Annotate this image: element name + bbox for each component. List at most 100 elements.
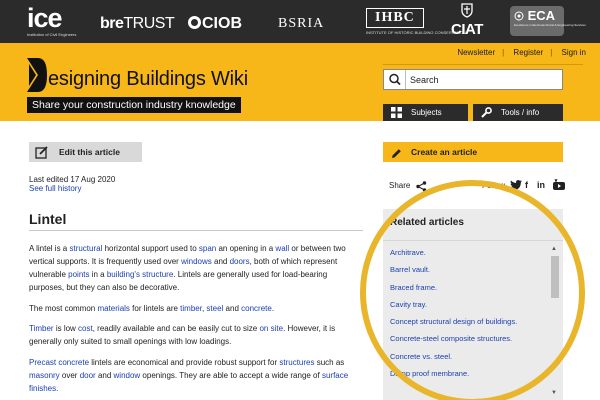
related-article-link[interactable]: Damp proof membrane.: [390, 369, 469, 378]
paragraph-text: for lintels are: [129, 304, 181, 313]
twitter-icon[interactable]: [510, 180, 522, 192]
search-input[interactable]: [410, 72, 560, 87]
article-link[interactable]: windows: [181, 257, 212, 266]
article-link[interactable]: Timber: [29, 324, 54, 333]
related-article-link[interactable]: Concrete vs. steel.: [390, 352, 452, 361]
scroll-down-icon[interactable]: ▼: [551, 390, 557, 396]
article-link[interactable]: points: [68, 270, 89, 279]
newsletter-link[interactable]: Newsletter: [457, 48, 495, 57]
list-item: Concrete vs. steel.: [390, 348, 517, 365]
bre-trust-logo[interactable]: breTRUST: [100, 15, 175, 33]
eca-logo[interactable]: ECA Excellence in Electrotechnical & Eng…: [510, 6, 586, 36]
paragraph-text: The most common: [29, 304, 98, 313]
full-history-link[interactable]: See full history: [29, 184, 81, 193]
article-link[interactable]: wall: [275, 244, 289, 253]
wrench-icon: [481, 107, 492, 124]
register-link[interactable]: Register: [513, 48, 543, 57]
header-divider: [383, 64, 583, 65]
eca-logo-text: ECA: [514, 9, 560, 23]
ice-logo-text: ice: [27, 3, 63, 33]
article-link[interactable]: door: [80, 371, 96, 380]
article-link[interactable]: structures: [279, 358, 314, 367]
paragraph-text: , readily available and can be easily cu…: [92, 324, 260, 333]
tools-info-button[interactable]: Tools / info: [473, 104, 563, 121]
article-paragraph: The most common materials for lintels ar…: [29, 302, 363, 315]
search-icon[interactable]: [384, 70, 406, 89]
article-link[interactable]: structural: [69, 244, 102, 253]
related-articles-panel: Related articles Architrave. Barrel vaul…: [383, 209, 563, 400]
scroll-up-icon[interactable]: ▲: [551, 246, 557, 252]
related-article-link[interactable]: Barrel vault.: [390, 265, 430, 274]
paragraph-text: .: [271, 304, 275, 313]
related-divider: [383, 240, 563, 241]
edit-article-button[interactable]: Edit this article: [29, 142, 142, 162]
article-paragraph: A lintel is a structural horizontal supp…: [29, 242, 363, 294]
youtube-icon[interactable]: [553, 178, 565, 192]
list-item: Concept structural design of buildings.: [390, 313, 517, 330]
article-link[interactable]: steel: [206, 304, 223, 313]
paragraph-text: .: [56, 384, 59, 393]
ihbc-logo-text: IHBC: [366, 8, 424, 28]
account-links: Newsletter | Register | Sign in: [457, 48, 586, 57]
ice-logo[interactable]: ice Institution of Civil Engineers: [27, 4, 76, 37]
site-title[interactable]: esigning Buildings Wiki: [48, 67, 248, 91]
subjects-label: Subjects: [411, 108, 442, 117]
bsria-logo[interactable]: BSRIA: [278, 16, 324, 32]
ciat-logo[interactable]: CIAT: [447, 3, 487, 39]
link-separator: |: [502, 48, 505, 57]
site-tagline: Share your construction industry knowled…: [27, 97, 241, 113]
article-link[interactable]: timber: [180, 304, 202, 313]
edit-icon: [35, 145, 49, 164]
article-link[interactable]: doors: [230, 257, 250, 266]
paragraph-text: is low: [53, 324, 79, 333]
list-item: Concrete-steel composite structures.: [390, 330, 517, 347]
related-article-link[interactable]: Concrete-steel composite structures.: [390, 334, 512, 343]
facebook-icon[interactable]: f: [525, 180, 528, 190]
related-articles-list: Architrave. Barrel vault. Braced frame. …: [390, 244, 517, 382]
edit-article-label: Edit this article: [59, 147, 120, 157]
list-item: Damp proof membrane.: [390, 365, 517, 382]
paragraph-text: openings. They are able to accept a wide…: [140, 371, 322, 380]
article-link[interactable]: cost: [78, 324, 93, 333]
ciat-logo-text: CIAT: [451, 21, 483, 38]
grid-icon: [391, 107, 402, 124]
title-divider: [29, 230, 363, 231]
paragraph-text: and: [211, 257, 230, 266]
linkedin-icon[interactable]: in: [537, 180, 545, 190]
related-article-link[interactable]: Cavity tray.: [390, 300, 427, 309]
related-article-link[interactable]: Concept structural design of buildings.: [390, 317, 517, 326]
follow-label: Follow: [482, 181, 506, 190]
paragraph-text: an opening in a: [216, 244, 276, 253]
related-scrollbar[interactable]: ▲ ▼: [550, 246, 560, 400]
ciob-logo[interactable]: CIOB: [188, 15, 242, 33]
paragraph-text: lintels are economical and provide robus…: [89, 358, 280, 367]
article-link[interactable]: window: [114, 371, 141, 380]
ciob-ring-icon: [188, 16, 201, 29]
article-paragraph: Timber is low cost, readily available an…: [29, 322, 363, 348]
article-link[interactable]: span: [199, 244, 216, 253]
ice-logo-subtext: Institution of Civil Engineers: [27, 32, 77, 37]
article-link[interactable]: on site: [259, 324, 283, 333]
article-link[interactable]: Precast concrete: [29, 358, 89, 367]
create-article-label: Create an article: [411, 147, 478, 157]
share-icon[interactable]: [416, 179, 427, 197]
article-link[interactable]: materials: [97, 304, 129, 313]
article-link[interactable]: building's structure: [107, 270, 173, 279]
related-article-link[interactable]: Architrave.: [390, 248, 426, 257]
create-article-button[interactable]: Create an article: [383, 142, 563, 162]
ciat-crest-icon: [447, 3, 487, 21]
subjects-button[interactable]: Subjects: [383, 104, 468, 121]
article-paragraph: Precast concrete lintels are economical …: [29, 356, 363, 395]
article-link[interactable]: concrete: [241, 304, 272, 313]
scrollbar-thumb[interactable]: [551, 256, 559, 298]
site-logo-d-icon[interactable]: [26, 57, 48, 93]
partner-bar: ice Institution of Civil Engineers breTR…: [0, 0, 600, 43]
article-link[interactable]: masonry: [29, 371, 60, 380]
paragraph-text: and: [223, 304, 242, 313]
trust-logo-text: TRUST: [123, 15, 175, 32]
eca-logo-subtext: Excellence in Electrotechnical & Enginee…: [514, 23, 586, 27]
related-article-link[interactable]: Braced frame.: [390, 283, 437, 292]
signin-link[interactable]: Sign in: [562, 48, 586, 57]
eca-logo-label: ECA: [527, 8, 556, 23]
paragraph-text: such as: [314, 358, 345, 367]
